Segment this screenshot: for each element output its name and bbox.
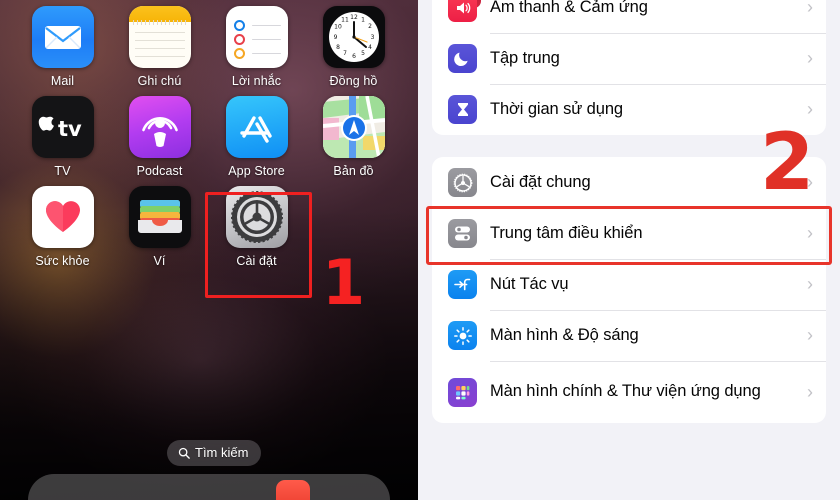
svg-text:8: 8 [336, 44, 340, 51]
svg-text:tv: tv [58, 117, 82, 140]
annotation-step-1: 1 [322, 246, 366, 319]
svg-text:10: 10 [334, 24, 342, 31]
chevron-right-icon: › [807, 99, 813, 119]
screen-time-hourglass-icon [448, 95, 477, 124]
settings-row-sound[interactable]: Âm thanh & Cảm ứng › [432, 0, 826, 33]
chevron-right-icon: › [807, 325, 813, 345]
app-notes[interactable]: Ghi chú [111, 6, 208, 88]
apple-tv-icon: tv [31, 96, 94, 158]
notes-icon [128, 6, 191, 68]
app-mail[interactable]: Mail [14, 6, 111, 88]
app-label: Bản đồ [333, 164, 374, 178]
search-label: Tìm kiếm [195, 445, 249, 460]
svg-text:7: 7 [343, 50, 347, 57]
app-store-icon [225, 96, 288, 158]
settings-group-one: Âm thanh & Cảm ứng › Tập trung › Thời gi… [432, 0, 826, 135]
health-icon [31, 186, 94, 248]
reminders-icon [225, 6, 288, 68]
svg-text:12: 12 [350, 14, 358, 21]
settings-row-label: Màn hình chính & Thư viện ứng dụng [490, 382, 761, 401]
search-pill[interactable]: Tìm kiếm [167, 440, 262, 466]
settings-row-label: Thời gian sử dụng [490, 99, 623, 118]
app-reminders[interactable]: Lời nhắc [208, 6, 305, 88]
app-health[interactable]: Sức khỏe [14, 186, 111, 268]
app-label: TV [54, 164, 71, 178]
app-label: Đồng hồ [329, 74, 378, 88]
app-podcast[interactable]: Podcast [111, 96, 208, 178]
app-row-2: tv TV Podcast App Store Bản đồ [14, 96, 404, 186]
search-icon [178, 447, 190, 459]
settings-row-focus[interactable]: Tập trung › [432, 33, 826, 84]
settings-row-label: Nút Tác vụ [490, 274, 569, 293]
sound-haptics-icon [448, 0, 477, 22]
app-tv[interactable]: tv TV [14, 96, 111, 178]
chevron-right-icon: › [807, 48, 813, 68]
wallet-icon [128, 186, 191, 248]
svg-text:5: 5 [361, 50, 365, 57]
general-gear-icon [448, 168, 477, 197]
tutorial-screenshot: Mail Ghi chú Lời nhắc 12 1 2 3 4 5 6 7 8… [0, 0, 840, 500]
app-label: App Store [228, 164, 285, 178]
svg-text:6: 6 [352, 53, 356, 60]
app-label: Lời nhắc [231, 74, 282, 88]
svg-text:2: 2 [368, 23, 372, 30]
maps-icon [322, 96, 385, 158]
svg-text:9: 9 [333, 34, 337, 41]
focus-moon-icon [448, 44, 477, 73]
app-app-store[interactable]: App Store [208, 96, 305, 178]
home-screen-app-library-icon [448, 377, 477, 407]
settings-row-label: Âm thanh & Cảm ứng [490, 0, 648, 16]
app-label: Mail [50, 74, 75, 88]
clock-icon: 12 1 23 45 67 89 10 11 [322, 6, 385, 68]
settings-row-label: Trung tâm điều khiển [490, 223, 643, 242]
settings-row-home-screen[interactable]: Màn hình chính & Thư viện ứng dụng › [432, 361, 826, 423]
dock-app-icon[interactable] [276, 480, 310, 500]
settings-row-control-center[interactable]: Trung tâm điều khiển › [432, 208, 826, 259]
chevron-right-icon: › [807, 223, 813, 243]
svg-text:11: 11 [341, 17, 349, 24]
app-label: Podcast [136, 164, 183, 178]
chevron-right-icon: › [807, 274, 813, 294]
ios-settings-screen: Âm thanh & Cảm ứng › Tập trung › Thời gi… [418, 0, 840, 500]
mail-icon [31, 6, 94, 68]
settings-row-label: Cài đặt chung [490, 172, 591, 191]
svg-text:3: 3 [370, 34, 374, 41]
app-label: Ghi chú [137, 74, 182, 88]
svg-text:4: 4 [368, 44, 372, 51]
app-row-1: Mail Ghi chú Lời nhắc 12 1 2 3 4 5 6 7 8… [14, 6, 404, 96]
app-maps[interactable]: Bản đồ [305, 96, 402, 178]
chevron-right-icon: › [807, 0, 813, 17]
ios-home-screen: Mail Ghi chú Lời nhắc 12 1 2 3 4 5 6 7 8… [0, 0, 418, 500]
app-clock[interactable]: 12 1 23 45 67 89 10 11 Đồng hồ [305, 6, 402, 88]
settings-row-label: Màn hình & Độ sáng [490, 325, 639, 344]
podcasts-icon [128, 96, 191, 158]
highlight-box-settings-app [205, 192, 312, 298]
settings-row-label: Tập trung [490, 48, 560, 67]
app-label: Ví [153, 254, 166, 268]
action-button-icon [448, 270, 477, 299]
display-brightness-icon [448, 321, 477, 350]
svg-text:1: 1 [361, 17, 365, 24]
dock [28, 474, 390, 500]
settings-row-action-button[interactable]: Nút Tác vụ › [432, 259, 826, 310]
app-wallet[interactable]: Ví [111, 186, 208, 268]
annotation-step-2: 2 [760, 118, 815, 208]
chevron-right-icon: › [807, 381, 813, 402]
app-label: Sức khỏe [35, 254, 90, 268]
settings-row-display[interactable]: Màn hình & Độ sáng › [432, 310, 826, 361]
control-center-icon [448, 219, 477, 248]
